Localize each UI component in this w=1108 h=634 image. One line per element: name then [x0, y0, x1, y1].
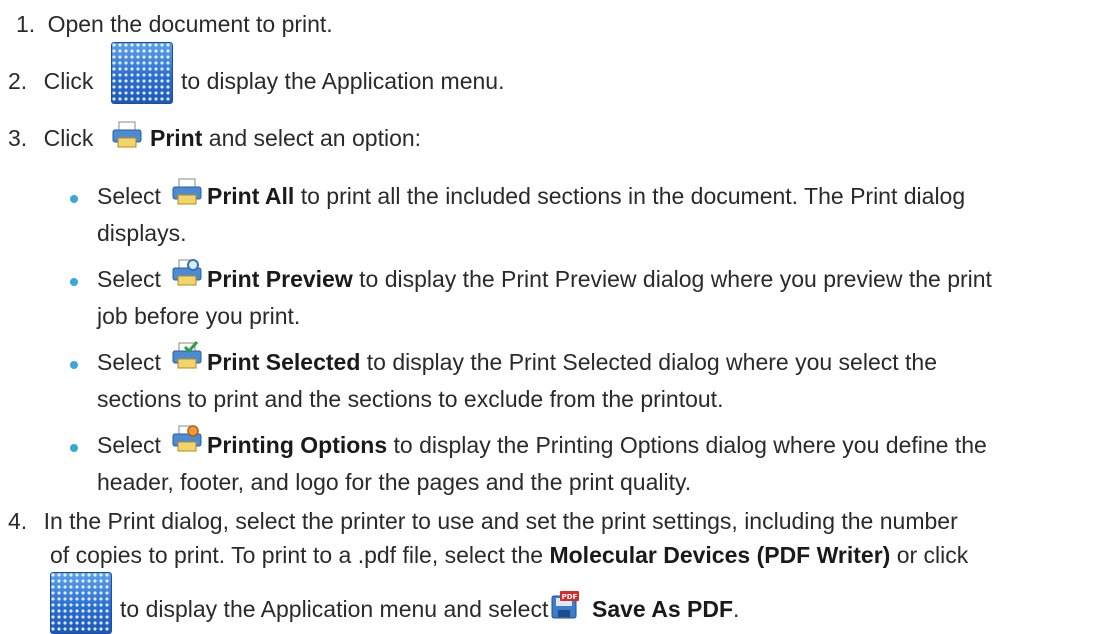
option-print-selected: Print Selected to display the Print Sele… — [207, 348, 937, 376]
print-label: Print — [150, 125, 203, 151]
step-4-line3-pre: to display the Application menu and sele… — [120, 596, 549, 622]
option-printing-options-cont: header, footer, and logo for the pages a… — [97, 469, 692, 495]
step-3-number: 3. — [8, 125, 28, 151]
pdf-writer-label: Molecular Devices (PDF Writer) — [549, 542, 891, 568]
option-print-all: Print All to print all the included sect… — [207, 182, 965, 210]
step-4-number: 4. — [8, 508, 28, 534]
option-print-selected-text: to display the Print Selected dialog whe… — [366, 349, 938, 375]
step-1-number: 1. — [16, 11, 36, 37]
step-4-line3-post: . — [733, 596, 740, 622]
step-4-line3: to display the Application menu and sele… — [120, 595, 548, 623]
bullet — [70, 278, 78, 286]
save-as-pdf-icon: PDF — [551, 591, 579, 619]
pdf-badge-text: PDF — [562, 593, 578, 601]
step-2-number: 2. — [8, 68, 28, 94]
step-4-line2: of copies to print. To print to a .pdf f… — [50, 541, 968, 569]
print-all-label: Print All — [207, 183, 295, 209]
option-print-preview: Print Preview to display the Print Previ… — [207, 265, 992, 293]
step-4-line2-post: or click — [896, 542, 969, 568]
step-1: 1. Open the document to print. — [16, 10, 333, 38]
bullet — [70, 444, 78, 452]
step-3-post: and select an option: — [208, 125, 422, 151]
printer-icon — [112, 121, 142, 148]
step-2: 2. Click — [8, 67, 93, 95]
step-2-post: to display the Application menu. — [181, 68, 505, 94]
save-as-pdf-label: Save As PDF — [592, 596, 734, 622]
option-printing-options-text: to display the Printing Options dialog w… — [393, 432, 987, 458]
print-selected-label: Print Selected — [207, 349, 361, 375]
printing-options-label: Printing Options — [207, 432, 388, 458]
step-3-rest: Print and select an option: — [150, 124, 421, 152]
option-print-all-cont: displays. — [97, 220, 187, 246]
option-print-preview-cont: job before you print. — [97, 303, 301, 329]
step-1-text: Open the document to print. — [47, 11, 333, 37]
step-2-pre: Click — [43, 68, 94, 94]
print-selected-icon — [172, 341, 202, 369]
option-print-preview-text: to display the Print Preview dialog wher… — [359, 266, 992, 292]
option-printing-options-pre: Select — [97, 432, 161, 458]
step-4-line1: In the Print dialog, select the printer … — [43, 508, 958, 534]
option-print-selected-pre: Select — [97, 349, 161, 375]
step-4-line2-pre: of copies to print. To print to a .pdf f… — [50, 542, 544, 568]
step-3: 3. Click — [8, 124, 93, 152]
step-4-line3-rest: Save As PDF. — [592, 595, 739, 623]
option-print-preview-pre: Select — [97, 266, 161, 292]
application-menu-icon[interactable] — [111, 42, 173, 104]
step-4: 4. In the Print dialog, select the print… — [8, 507, 958, 535]
bullet — [70, 361, 78, 369]
printer-icon — [172, 178, 202, 205]
application-menu-icon[interactable] — [50, 572, 112, 634]
print-preview-label: Print Preview — [207, 266, 353, 292]
option-print-all-pre: Select — [97, 183, 161, 209]
bullet — [70, 195, 78, 203]
option-print-all-text: to print all the included sections in th… — [300, 183, 966, 209]
step-3-pre: Click — [43, 125, 94, 151]
option-print-selected-cont: sections to print and the sections to ex… — [97, 386, 724, 412]
printing-options-icon — [172, 425, 202, 452]
print-preview-icon — [172, 259, 202, 286]
option-printing-options: Printing Options to display the Printing… — [207, 431, 987, 459]
